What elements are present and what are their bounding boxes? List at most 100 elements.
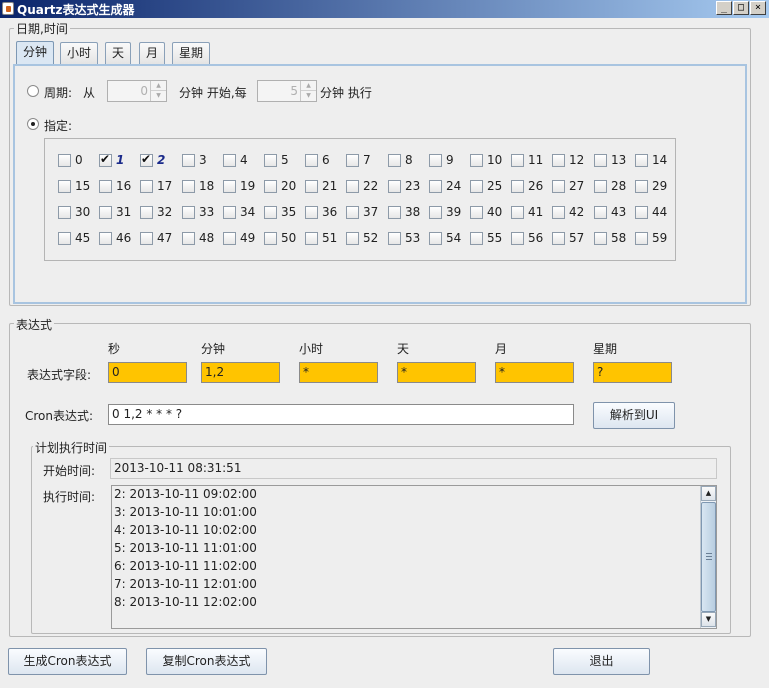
minute-checkbox[interactable] (552, 232, 565, 245)
minute-checkbox[interactable] (429, 180, 442, 193)
minute-checkbox[interactable] (511, 232, 524, 245)
minute-checkbox[interactable] (182, 180, 195, 193)
minute-checkbox[interactable] (305, 180, 318, 193)
spinner-down-icon[interactable]: ▼ (151, 91, 166, 101)
minute-checkbox[interactable] (99, 152, 112, 167)
minute-checkbox[interactable] (511, 154, 524, 167)
minute-checkbox[interactable] (635, 154, 648, 167)
list-item: 8: 2013-10-11 12:02:00 (114, 595, 257, 609)
minute-checkbox[interactable] (429, 154, 442, 167)
minute-checkbox[interactable] (388, 154, 401, 167)
minute-checkbox-label: 29 (652, 179, 668, 193)
tab-month[interactable]: 月 (139, 42, 166, 64)
minute-checkbox[interactable] (264, 154, 277, 167)
minute-checkbox[interactable] (594, 180, 607, 193)
minute-checkbox[interactable] (346, 206, 359, 219)
minute-checkbox[interactable] (99, 180, 112, 193)
minute-checkbox[interactable] (388, 180, 401, 193)
minute-checkbox-label: 24 (446, 179, 462, 193)
copy-cron-button[interactable]: 复制Cron表达式 (146, 648, 267, 675)
scroll-up-icon[interactable]: ▲ (701, 486, 716, 501)
minute-checkbox[interactable] (429, 206, 442, 219)
minute-checkbox[interactable] (346, 180, 359, 193)
minute-checkbox[interactable] (182, 232, 195, 245)
minute-checkbox[interactable] (388, 206, 401, 219)
minimize-button[interactable]: _ (716, 1, 732, 15)
spinner-arrows[interactable]: ▲ ▼ (300, 81, 316, 101)
tab-minute[interactable]: 分钟 (16, 41, 55, 65)
minute-checkbox[interactable] (99, 232, 112, 245)
exit-button[interactable]: 退出 (553, 648, 650, 675)
minute-checkbox[interactable] (388, 232, 401, 245)
minute-checkbox[interactable] (346, 232, 359, 245)
tab-day[interactable]: 天 (105, 42, 132, 64)
minute-checkbox[interactable] (470, 206, 483, 219)
minute-checkbox[interactable] (58, 180, 71, 193)
minute-checkbox-label: 1 (116, 153, 125, 167)
day-field[interactable]: * (397, 362, 476, 383)
minute-checkbox[interactable] (140, 152, 153, 167)
close-button[interactable]: × (750, 1, 766, 15)
minute-checkbox[interactable] (635, 206, 648, 219)
spinner-up-icon[interactable]: ▲ (151, 81, 166, 91)
minute-checkbox[interactable] (223, 180, 236, 193)
minute-checkbox[interactable] (635, 180, 648, 193)
exec-list-scrollbar[interactable]: ▲ ▼ (700, 486, 716, 628)
weekday-field[interactable]: ? (593, 362, 672, 383)
month-field[interactable]: * (495, 362, 574, 383)
every-minute-spinner[interactable]: 5 ▲ ▼ (257, 80, 317, 102)
list-item: 7: 2013-10-11 12:01:00 (114, 577, 257, 591)
exec-time-list[interactable]: 2: 2013-10-11 09:02:00 3: 2013-10-11 10:… (111, 485, 717, 629)
minute-checkbox[interactable] (182, 206, 195, 219)
minute-checkbox[interactable] (346, 154, 359, 167)
minute-checkbox[interactable] (552, 180, 565, 193)
minute-checkbox[interactable] (305, 232, 318, 245)
minute-checkbox[interactable] (99, 206, 112, 219)
minute-checkbox-label: 17 (157, 179, 173, 193)
minute-checkbox[interactable] (140, 180, 153, 193)
minute-checkbox[interactable] (58, 232, 71, 245)
minute-checkbox[interactable] (223, 154, 236, 167)
maximize-button[interactable]: □ (733, 1, 749, 15)
tab-hour[interactable]: 小时 (60, 42, 99, 64)
minute-checkbox[interactable] (223, 206, 236, 219)
spinner-up-icon[interactable]: ▲ (301, 81, 316, 91)
spinner-arrows[interactable]: ▲ ▼ (150, 81, 166, 101)
minute-checkbox[interactable] (470, 180, 483, 193)
second-field[interactable]: 0 (108, 362, 187, 383)
scroll-down-icon[interactable]: ▼ (701, 612, 716, 627)
tab-weekday[interactable]: 星期 (172, 42, 211, 64)
hour-field[interactable]: * (299, 362, 378, 383)
minute-checkbox[interactable] (470, 232, 483, 245)
minute-field[interactable]: 1,2 (201, 362, 280, 383)
parse-to-ui-button[interactable]: 解析到UI (593, 402, 675, 429)
minute-checkbox[interactable] (58, 206, 71, 219)
minute-checkbox[interactable] (511, 206, 524, 219)
minute-checkbox[interactable] (264, 206, 277, 219)
minute-checkbox[interactable] (552, 154, 565, 167)
minute-checkbox[interactable] (511, 180, 524, 193)
minute-checkbox[interactable] (223, 232, 236, 245)
minute-checkbox[interactable] (58, 154, 71, 167)
specify-radio[interactable] (27, 118, 39, 130)
minute-checkbox[interactable] (182, 154, 195, 167)
minute-checkbox[interactable] (264, 232, 277, 245)
generate-cron-button[interactable]: 生成Cron表达式 (8, 648, 127, 675)
minute-checkbox[interactable] (264, 180, 277, 193)
minute-checkbox[interactable] (552, 206, 565, 219)
minute-checkbox[interactable] (594, 206, 607, 219)
minute-checkbox[interactable] (429, 232, 442, 245)
minute-checkbox[interactable] (305, 154, 318, 167)
minute-checkbox[interactable] (470, 154, 483, 167)
cron-expression-input[interactable]: 0 1,2 * * * ? (108, 404, 574, 425)
minute-checkbox[interactable] (140, 232, 153, 245)
spinner-down-icon[interactable]: ▼ (301, 91, 316, 101)
start-minute-spinner[interactable]: 0 ▲ ▼ (107, 80, 167, 102)
minute-checkbox[interactable] (140, 206, 153, 219)
scroll-thumb[interactable] (701, 502, 716, 612)
minute-checkbox[interactable] (635, 232, 648, 245)
minute-checkbox[interactable] (305, 206, 318, 219)
minute-checkbox[interactable] (594, 154, 607, 167)
minute-checkbox[interactable] (594, 232, 607, 245)
period-radio[interactable] (27, 85, 39, 97)
